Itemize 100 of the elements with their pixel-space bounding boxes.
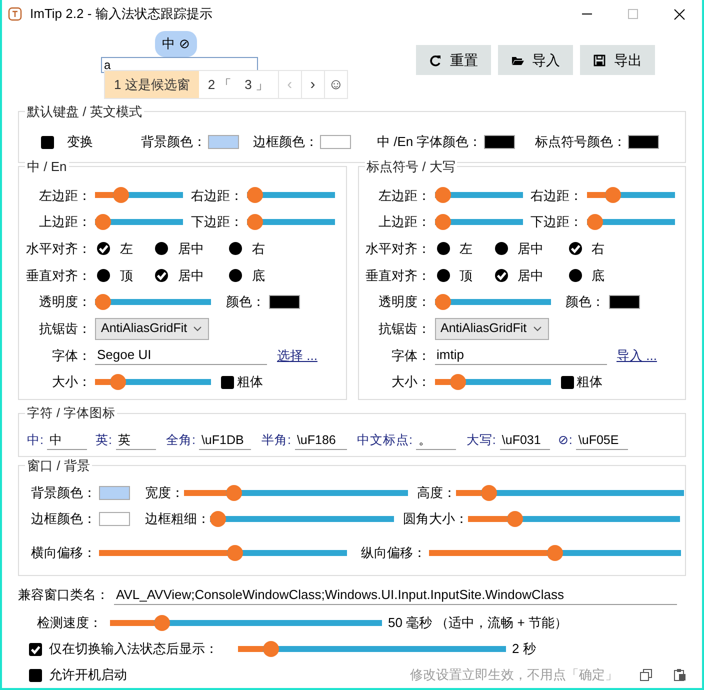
slider-track[interactable] bbox=[95, 374, 211, 390]
radio-button[interactable] bbox=[229, 242, 242, 256]
color-swatch[interactable] bbox=[628, 135, 659, 149]
radio-button[interactable] bbox=[436, 268, 450, 282]
slider-thumb[interactable] bbox=[586, 214, 602, 230]
font-field[interactable]: Segoe UI bbox=[95, 346, 267, 365]
slider-track[interactable] bbox=[434, 294, 550, 310]
hint-text: 修改设置立即生效，不用点「确定」 bbox=[410, 667, 618, 683]
radio-button[interactable] bbox=[494, 268, 508, 282]
slider-track[interactable] bbox=[434, 214, 522, 230]
radio-button[interactable] bbox=[97, 242, 110, 256]
color-swatch[interactable] bbox=[608, 295, 640, 310]
slider-track[interactable] bbox=[210, 511, 394, 527]
slider-thumb[interactable] bbox=[507, 511, 524, 527]
radio-button[interactable] bbox=[568, 268, 582, 282]
color-swatch[interactable] bbox=[99, 512, 130, 526]
slider-track[interactable] bbox=[586, 214, 674, 230]
slider-thumb[interactable] bbox=[247, 214, 263, 230]
slider-track[interactable] bbox=[184, 485, 408, 501]
color-swatch[interactable] bbox=[320, 135, 351, 149]
close-icon[interactable] bbox=[674, 8, 684, 20]
color-swatch[interactable] bbox=[208, 135, 239, 149]
dropdown[interactable]: AntiAliasGridFit bbox=[434, 318, 548, 340]
slider-track[interactable] bbox=[434, 187, 522, 204]
checkbox[interactable] bbox=[41, 136, 54, 148]
slider-thumb[interactable] bbox=[434, 214, 450, 230]
field-label: 垂直对齐： bbox=[364, 268, 430, 284]
speed-reading: 50 毫秒 （适中，流畅 + 节能） bbox=[388, 615, 568, 631]
slider-thumb[interactable] bbox=[434, 187, 450, 204]
slider-track[interactable] bbox=[456, 485, 684, 501]
radio-button[interactable] bbox=[568, 242, 582, 256]
slider-thumb[interactable] bbox=[110, 374, 126, 390]
glyph-field[interactable]: 。 bbox=[416, 430, 456, 450]
slider-track[interactable] bbox=[247, 187, 335, 204]
dropdown[interactable]: AntiAliasGridFit bbox=[95, 318, 209, 340]
candidate[interactable]: 2 「 3 」 bbox=[198, 71, 278, 98]
slider-thumb[interactable] bbox=[434, 294, 450, 310]
page-key[interactable]: › bbox=[300, 71, 324, 98]
glyph-field[interactable]: \uF186 bbox=[294, 430, 347, 450]
slider-fill bbox=[468, 516, 508, 522]
slider-thumb[interactable] bbox=[450, 374, 466, 390]
maximize-icon[interactable] bbox=[628, 9, 638, 19]
font-field[interactable]: imtip bbox=[434, 346, 606, 365]
slider-thumb[interactable] bbox=[113, 187, 129, 204]
slider-thumb[interactable] bbox=[95, 294, 111, 310]
radio-button[interactable] bbox=[436, 242, 450, 256]
glyph-field[interactable]: \uF05E bbox=[576, 430, 628, 450]
radio-button[interactable] bbox=[494, 242, 508, 256]
slider-thumb[interactable] bbox=[210, 511, 226, 527]
slider-track[interactable] bbox=[434, 374, 550, 390]
slider-fill bbox=[95, 379, 110, 386]
slider-track[interactable] bbox=[247, 214, 335, 230]
slider-thumb[interactable] bbox=[247, 187, 263, 204]
slider-thumb[interactable] bbox=[481, 485, 498, 501]
slider-track[interactable] bbox=[99, 545, 347, 561]
radio-button[interactable] bbox=[155, 242, 168, 256]
field-label: 中文标点: bbox=[356, 432, 412, 448]
clipboard-icon[interactable] bbox=[674, 669, 686, 681]
slider-track[interactable] bbox=[95, 187, 183, 204]
field-label: 全角: bbox=[166, 432, 196, 448]
slider-track[interactable] bbox=[110, 615, 382, 631]
copy-icon[interactable] bbox=[640, 669, 652, 681]
choose-link[interactable]: 选择 ... bbox=[277, 348, 318, 364]
slider-thumb[interactable] bbox=[263, 641, 280, 657]
slider-track[interactable] bbox=[429, 545, 681, 561]
radio-button[interactable] bbox=[155, 268, 168, 282]
color-swatch[interactable] bbox=[484, 135, 515, 149]
field-label: 圆角大小： bbox=[402, 511, 468, 527]
slider-track[interactable] bbox=[238, 641, 506, 657]
glyph-field[interactable]: 中 bbox=[47, 430, 88, 450]
slider-thumb[interactable] bbox=[604, 187, 620, 204]
slider-thumb[interactable] bbox=[154, 615, 170, 631]
checkbox[interactable] bbox=[221, 376, 234, 389]
field-label: 透明度： bbox=[38, 294, 91, 310]
glyph-field[interactable]: \uF1DB bbox=[199, 430, 252, 450]
candidate[interactable]: 1 这是候选窗 bbox=[105, 71, 199, 98]
color-swatch[interactable] bbox=[269, 295, 300, 310]
radio-button[interactable] bbox=[229, 268, 242, 282]
class-name-field[interactable]: AVL_AVView;ConsoleWindowClass;Windows.UI.Input.InputSite.WindowClass bbox=[114, 586, 677, 604]
color-swatch[interactable] bbox=[99, 486, 130, 500]
slider-track[interactable] bbox=[586, 187, 674, 204]
slider-thumb[interactable] bbox=[547, 545, 563, 561]
checkbox[interactable] bbox=[29, 668, 42, 682]
checkbox[interactable] bbox=[29, 642, 42, 656]
slider-thumb[interactable] bbox=[226, 485, 242, 501]
radio-button[interactable] bbox=[97, 268, 110, 282]
page-key[interactable]: ☺ bbox=[324, 71, 347, 98]
glyph-field[interactable]: \uF031 bbox=[500, 430, 550, 450]
field-label: 下边距： bbox=[190, 214, 243, 230]
slider-track[interactable] bbox=[468, 511, 680, 527]
import-button[interactable]: 导入 bbox=[498, 45, 573, 75]
checkbox[interactable] bbox=[560, 376, 574, 389]
glyph-field[interactable]: 英 bbox=[116, 430, 156, 450]
choose-link[interactable]: 导入 ... bbox=[616, 348, 657, 364]
export-button[interactable]: 导出 bbox=[580, 45, 655, 75]
slider-thumb[interactable] bbox=[95, 214, 111, 230]
reset-button[interactable]: 重置 bbox=[416, 45, 491, 75]
slider-track[interactable] bbox=[95, 294, 211, 310]
slider-track[interactable] bbox=[95, 214, 183, 230]
slider-thumb[interactable] bbox=[226, 545, 243, 561]
